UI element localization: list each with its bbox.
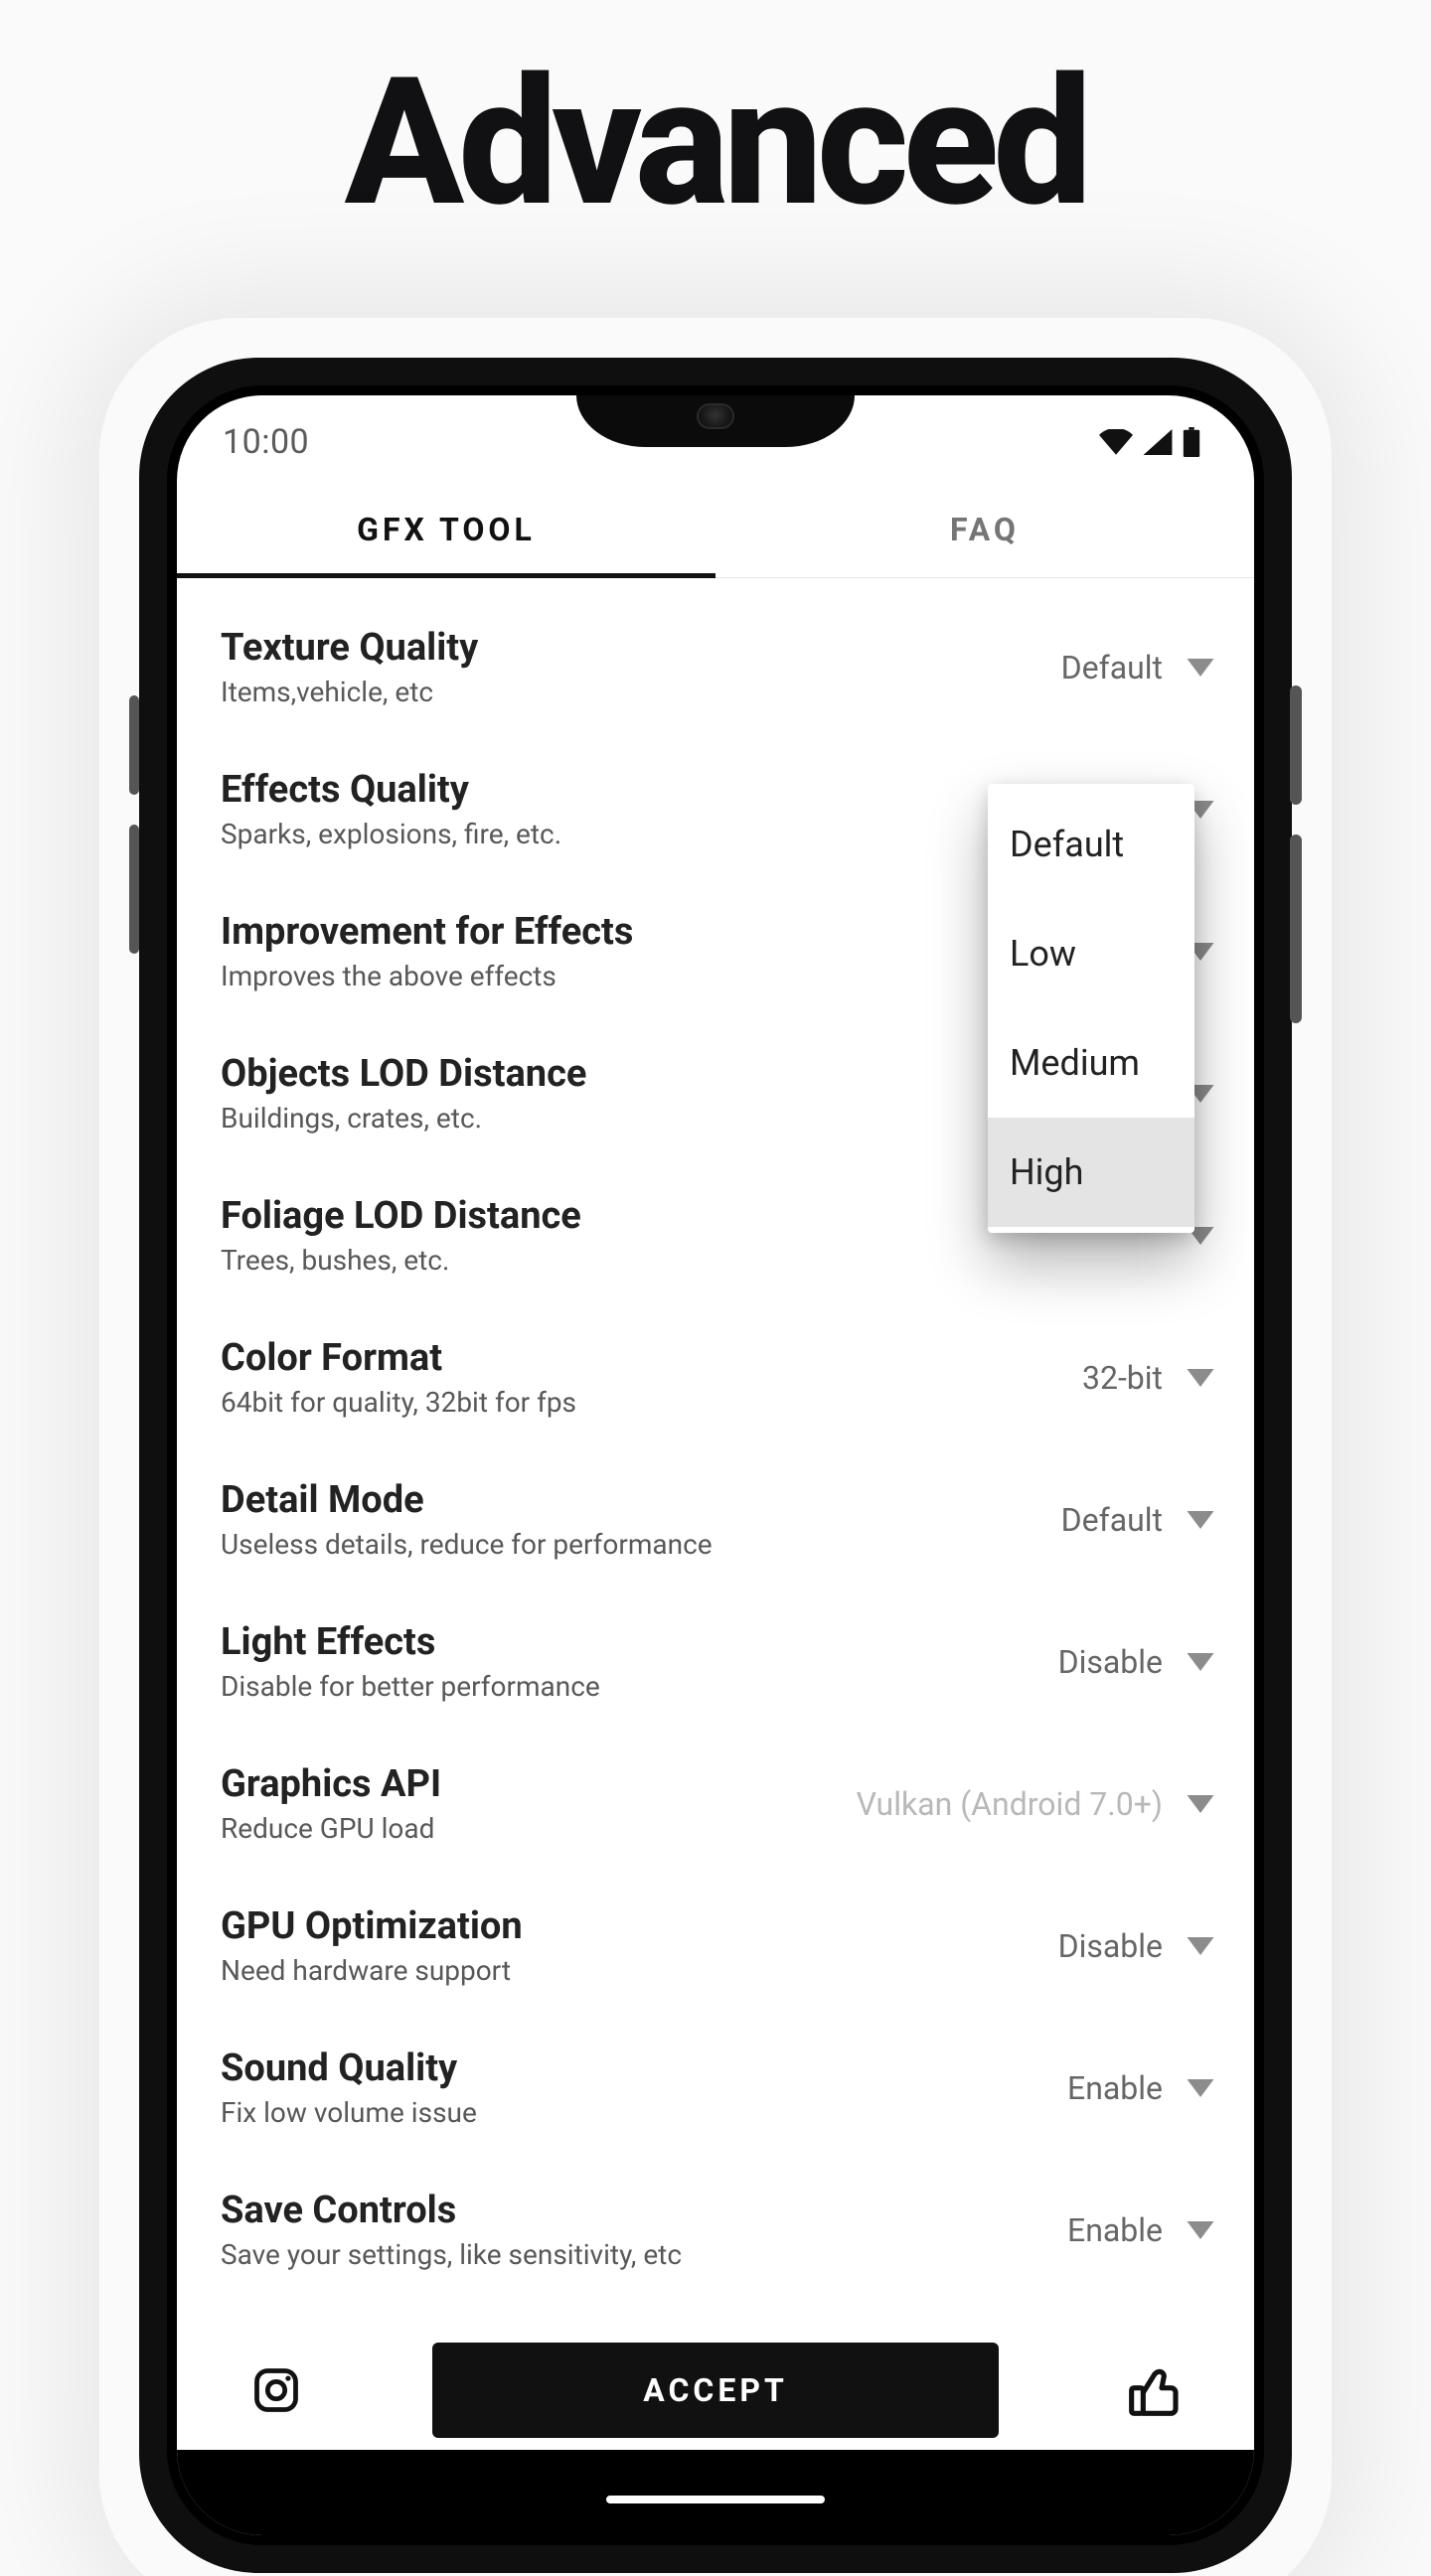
setting-subtitle: Fix low volume issue bbox=[221, 2096, 1047, 2129]
setting-value: Default bbox=[1061, 649, 1163, 686]
tabs: GFX TOOL FAQ bbox=[177, 481, 1254, 578]
dropdown-item[interactable]: Low bbox=[988, 899, 1194, 1008]
dropdown-item[interactable]: Medium bbox=[988, 1008, 1194, 1118]
setting-meta: Sound Quality Fix low volume issue bbox=[221, 2046, 1067, 2129]
chevron-down-icon bbox=[1187, 2221, 1214, 2239]
chevron-down-icon bbox=[1187, 1937, 1214, 1955]
setting-title: Sound Quality bbox=[221, 2046, 1047, 2090]
setting-value: Disable bbox=[1058, 1927, 1163, 1965]
setting-select[interactable]: 32-bit bbox=[1082, 1359, 1214, 1397]
setting-row: Sound Quality Fix low volume issue Enable bbox=[221, 2017, 1214, 2159]
phone-button-left-2 bbox=[129, 825, 139, 954]
nav-pill[interactable] bbox=[606, 2496, 825, 2503]
setting-subtitle: Need hardware support bbox=[221, 1954, 1038, 1987]
setting-subtitle: Items,vehicle, etc bbox=[221, 676, 1041, 708]
setting-title: Graphics API bbox=[221, 1762, 837, 1806]
setting-meta: Graphics API Reduce GPU load bbox=[221, 1762, 857, 1845]
phone-button-right-1 bbox=[1290, 685, 1302, 805]
chevron-down-icon bbox=[1187, 1369, 1214, 1387]
setting-subtitle: Reduce GPU load bbox=[221, 1812, 837, 1845]
setting-title: Save Controls bbox=[221, 2189, 1047, 2232]
dropdown-item[interactable]: Default bbox=[988, 790, 1194, 899]
setting-select[interactable]: Disable bbox=[1058, 1643, 1214, 1681]
chevron-down-icon bbox=[1187, 1795, 1214, 1813]
setting-title: Detail Mode bbox=[221, 1478, 1041, 1522]
setting-select[interactable]: Disable bbox=[1058, 1927, 1214, 1965]
like-button[interactable] bbox=[1115, 2350, 1194, 2430]
setting-value: Enable bbox=[1067, 2069, 1163, 2107]
battery-icon bbox=[1183, 427, 1200, 457]
phone-notch bbox=[576, 395, 855, 447]
instagram-button[interactable] bbox=[237, 2350, 316, 2430]
phone-button-left-1 bbox=[129, 695, 139, 795]
navigation-strip bbox=[177, 2450, 1254, 2535]
setting-value: Enable bbox=[1067, 2211, 1163, 2249]
setting-title: Light Effects bbox=[221, 1620, 1038, 1664]
bottom-bar: ACCEPT bbox=[177, 2331, 1254, 2450]
wifi-icon bbox=[1099, 429, 1133, 455]
setting-row: GPU Optimization Need hardware support Dis… bbox=[221, 1875, 1214, 2017]
chevron-down-icon bbox=[1187, 2079, 1214, 2097]
setting-value: Default bbox=[1061, 1501, 1163, 1539]
signal-icon bbox=[1143, 429, 1173, 455]
phone-mockup: 10:00 bbox=[139, 358, 1292, 2573]
setting-title: Texture Quality bbox=[221, 626, 1041, 670]
page-title: Advanced bbox=[0, 55, 1431, 231]
tab-faq[interactable]: FAQ bbox=[716, 481, 1254, 577]
setting-select[interactable]: Enable bbox=[1067, 2211, 1214, 2249]
setting-meta: Texture Quality Items,vehicle, etc bbox=[221, 626, 1061, 708]
setting-subtitle: Save your settings, like sensitivity, et… bbox=[221, 2238, 1047, 2271]
setting-subtitle: Disable for better performance bbox=[221, 1670, 1038, 1703]
phone-button-right-2 bbox=[1290, 834, 1302, 1023]
setting-row: Light Effects Disable for better performa… bbox=[221, 1591, 1214, 1733]
front-camera bbox=[697, 403, 734, 429]
instagram-icon bbox=[250, 2364, 302, 2416]
setting-title: Color Format bbox=[221, 1336, 1062, 1380]
setting-title: GPU Optimization bbox=[221, 1904, 1038, 1948]
setting-row: Detail Mode Useless details, reduce for p… bbox=[221, 1448, 1214, 1591]
setting-select[interactable]: Default bbox=[1061, 1501, 1214, 1539]
chevron-down-icon bbox=[1187, 1653, 1214, 1671]
tab-gfx-tool[interactable]: GFX TOOL bbox=[177, 481, 716, 577]
accept-button[interactable]: ACCEPT bbox=[432, 2343, 999, 2438]
dropdown-item[interactable]: High bbox=[988, 1118, 1194, 1227]
setting-meta: Save Controls Save your settings, like se… bbox=[221, 2189, 1067, 2271]
setting-subtitle: Trees, bushes, etc. bbox=[221, 1244, 1167, 1277]
setting-select[interactable]: Enable bbox=[1067, 2069, 1214, 2107]
setting-row: Color Format 64bit for quality, 32bit for… bbox=[221, 1306, 1214, 1448]
setting-meta: Color Format 64bit for quality, 32bit for… bbox=[221, 1336, 1082, 1419]
chevron-down-icon bbox=[1187, 1511, 1214, 1529]
chevron-down-icon bbox=[1187, 659, 1214, 677]
dropdown-popup: DefaultLowMediumHigh bbox=[988, 784, 1194, 1233]
setting-value: Vulkan (Android 7.0+) bbox=[857, 1785, 1163, 1823]
setting-meta: GPU Optimization Need hardware support bbox=[221, 1904, 1058, 1987]
setting-row: Texture Quality Items,vehicle, etc Default bbox=[221, 596, 1214, 738]
setting-meta: Light Effects Disable for better performa… bbox=[221, 1620, 1058, 1703]
setting-value: Disable bbox=[1058, 1643, 1163, 1681]
setting-select[interactable]: Vulkan (Android 7.0+) bbox=[857, 1785, 1214, 1823]
setting-select[interactable]: Default bbox=[1061, 649, 1214, 686]
clock: 10:00 bbox=[223, 422, 309, 462]
thumbs-up-icon bbox=[1127, 2362, 1183, 2418]
setting-row: Save Controls Save your settings, like se… bbox=[221, 2159, 1214, 2301]
screen: 10:00 bbox=[177, 395, 1254, 2535]
setting-value: 32-bit bbox=[1082, 1359, 1163, 1397]
setting-meta: Detail Mode Useless details, reduce for p… bbox=[221, 1478, 1061, 1561]
setting-row: Graphics API Reduce GPU load Vulkan (Andro… bbox=[221, 1733, 1214, 1875]
setting-subtitle: Useless details, reduce for performance bbox=[221, 1528, 1041, 1561]
setting-subtitle: 64bit for quality, 32bit for fps bbox=[221, 1386, 1062, 1419]
